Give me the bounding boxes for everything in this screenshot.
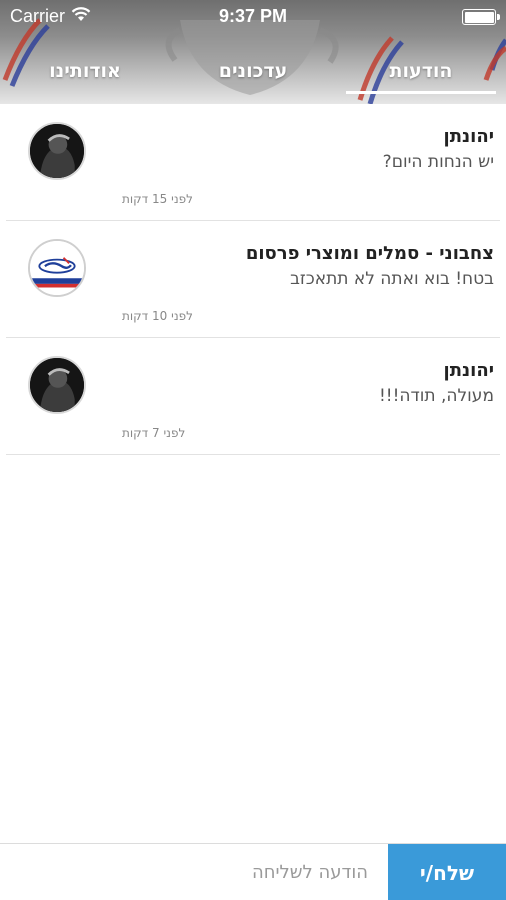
tab-messages[interactable]: הודעות [346,52,496,104]
message-item[interactable]: יהונתן יש הנחות היום? לפני 15 דקות [6,104,500,221]
battery-icon [462,9,500,25]
message-item[interactable]: צחבוני - סמלים ומוצרי פרסום בטח! בוא ואת… [6,221,500,338]
message-text: יש הנחות היום? [382,152,494,172]
message-text: בטח! בוא ואתה לא תתאכזב [290,269,494,289]
person-photo-icon [30,124,84,178]
tab-about[interactable]: אודותינו [10,52,160,104]
message-time: לפני 10 דקות [122,309,193,323]
status-time: 9:37 PM [218,6,288,26]
avatar [28,239,86,297]
message-text: מעולה, תודה!!! [378,386,494,406]
message-input[interactable] [0,844,388,900]
avatar [28,122,86,180]
tab-bar: הודעות עדכונים אודותינו [0,52,506,104]
person-photo-icon [30,358,84,412]
send-button[interactable]: שלח/י [388,844,506,900]
status-bar: Carrier 9:37 PM [0,0,506,34]
avatar [28,356,86,414]
company-logo-icon [30,241,84,295]
message-item[interactable]: יהונתן מעולה, תודה!!! לפני 7 דקות [6,338,500,455]
message-sender: צחבוני - סמלים ומוצרי פרסום [245,243,494,264]
message-sender: יהונתן [443,126,494,147]
header: Carrier 9:37 PM הודעות עדכונים אודותינו [0,0,506,104]
tab-updates[interactable]: עדכונים [178,52,328,104]
message-time: לפני 15 דקות [122,192,193,206]
message-composer: שלח/י [0,843,506,900]
message-time: לפני 7 דקות [122,426,186,440]
message-sender: יהונתן [443,360,494,381]
message-list: יהונתן יש הנחות היום? לפני 15 דקות צחבונ… [0,104,506,455]
